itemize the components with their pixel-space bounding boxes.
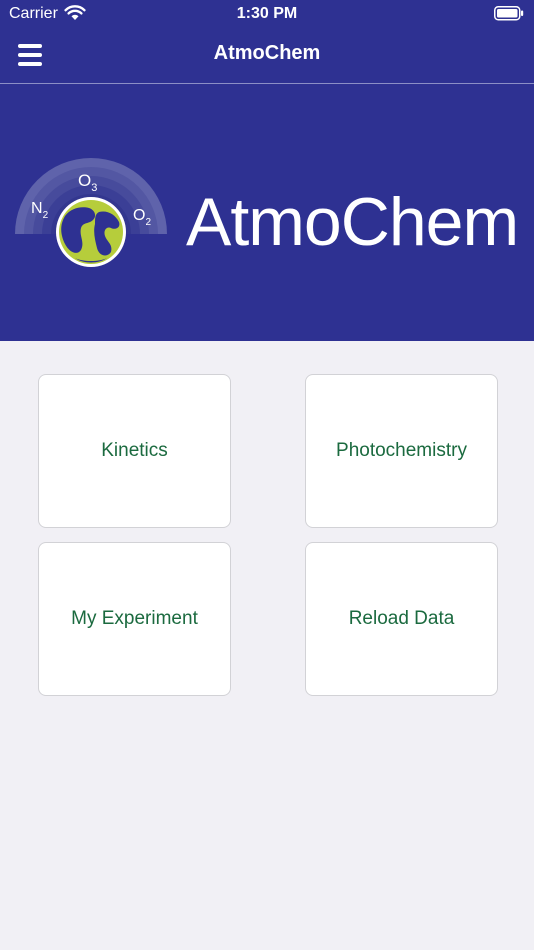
kinetics-button[interactable]: Kinetics (38, 374, 231, 528)
globe-logo: O3 N2 O2 (15, 158, 167, 267)
o2-subscript: 2 (145, 217, 151, 228)
n2-label: N (31, 200, 43, 217)
navigation-bar: AtmoChem (0, 28, 534, 84)
n2-subscript: 2 (43, 210, 49, 221)
o2-label: O (133, 207, 145, 224)
my-experiment-button[interactable]: My Experiment (38, 542, 231, 696)
o3-subscript: 3 (91, 182, 97, 194)
photochemistry-button[interactable]: Photochemistry (305, 374, 498, 528)
brand-title: AtmoChem (186, 184, 519, 260)
reload-data-button[interactable]: Reload Data (305, 542, 498, 696)
status-time: 1:30 PM (236, 5, 298, 22)
o3-label: O (78, 171, 91, 190)
nav-title: AtmoChem (213, 42, 321, 64)
status-bar: Carrier 1:30 PM (0, 0, 534, 28)
battery-icon (494, 6, 524, 21)
header-banner: O3 N2 O2 AtmoChem (0, 84, 534, 341)
